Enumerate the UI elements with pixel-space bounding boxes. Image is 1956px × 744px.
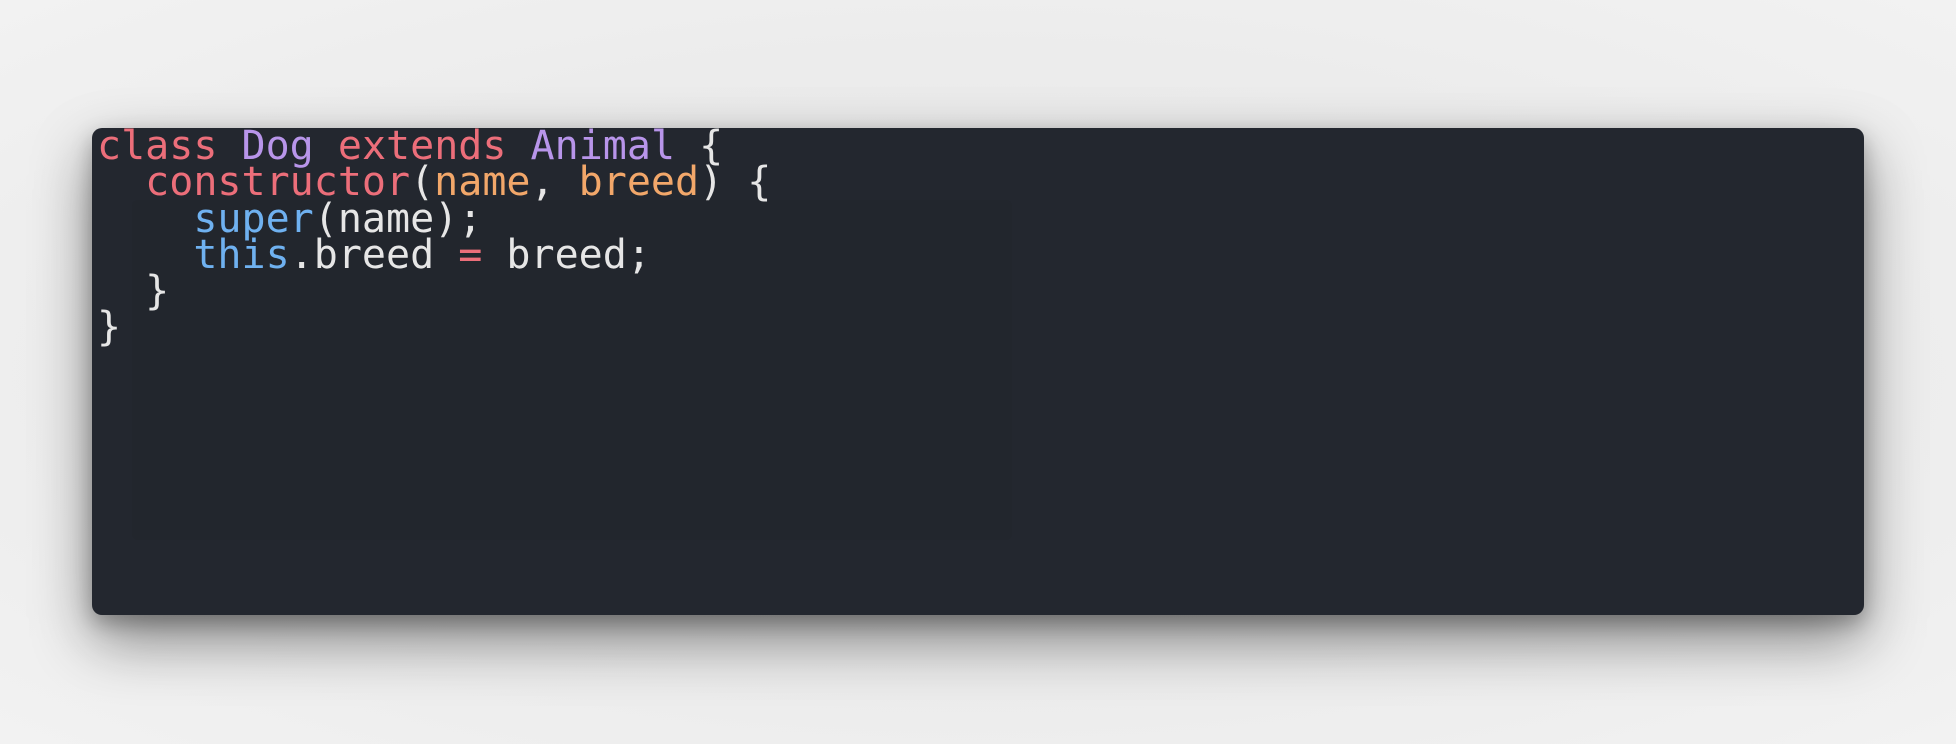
code-token: = <box>458 231 483 278</box>
code-token: , <box>530 159 579 206</box>
code-block: class Dog extends Animal { constructor(n… <box>97 126 772 347</box>
code-token: ) { <box>699 159 772 206</box>
code-token: } <box>97 304 122 351</box>
code-line-6: } <box>97 307 771 347</box>
code-token: breed; <box>482 231 651 278</box>
code-line-5: } <box>97 271 771 311</box>
code-token: this <box>193 231 290 278</box>
code-token: } <box>145 268 170 315</box>
code-token: breed <box>578 159 700 206</box>
code-line-4: this.breed = breed; <box>97 235 771 275</box>
code-token: .breed <box>289 231 459 278</box>
